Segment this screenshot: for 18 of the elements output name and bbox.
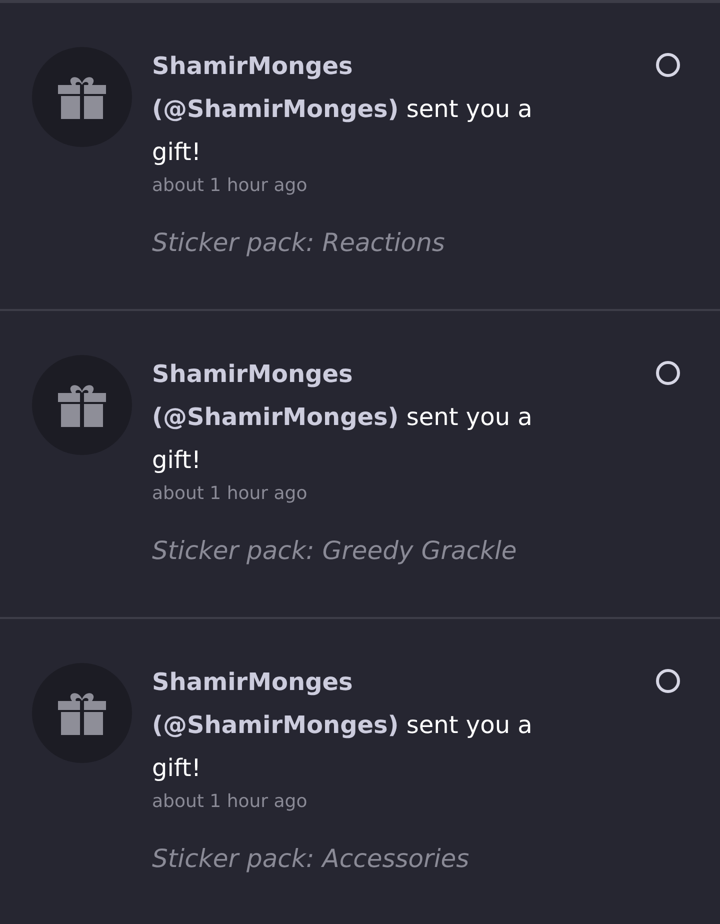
notification-message: ShamirMonges (@ShamirMonges) sent you a gift! [152,51,534,168]
notification-message: ShamirMonges (@ShamirMonges) sent you a gift! [152,359,534,476]
gift-icon [58,691,106,735]
notification-item[interactable]: ShamirMonges (@ShamirMonges) sent you a gift! about 1 hour ago Sticker pack: Greedy Grackle [0,311,720,619]
timestamp: about 1 hour ago [152,790,308,814]
read-status-indicator[interactable] [656,53,680,77]
notification-item[interactable]: ShamirMonges (@ShamirMonges) sent you a gift! about 1 hour ago Sticker pack: Accessories [0,619,720,924]
gift-detail: Sticker pack: Reactions [152,228,446,257]
read-status-indicator[interactable] [656,361,680,385]
notification-message: ShamirMonges (@ShamirMonges) sent you a gift! [152,667,534,784]
notification-item[interactable]: ShamirMonges (@ShamirMonges) sent you a gift! about 1 hour ago Sticker pack: Reactions [0,3,720,311]
gift-detail: Sticker pack: Greedy Grackle [152,536,518,565]
gift-detail: Sticker pack: Accessories [152,844,470,873]
read-status-indicator[interactable] [656,669,680,693]
timestamp: about 1 hour ago [152,174,308,198]
gift-icon [58,75,106,119]
gift-icon [58,383,106,427]
timestamp: about 1 hour ago [152,482,308,506]
